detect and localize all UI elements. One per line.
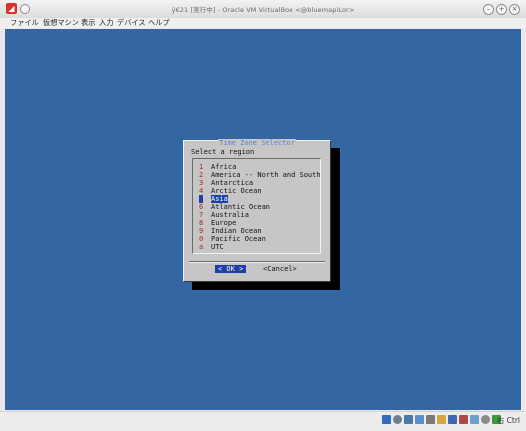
audio-icon[interactable] (404, 415, 413, 424)
dialog-title: Time Zone Selector (218, 139, 296, 147)
list-item[interactable]: 9 Indian Ocean (199, 227, 262, 235)
shared-folders-icon[interactable] (437, 415, 446, 424)
minimize-icon[interactable]: – (483, 4, 494, 15)
list-item[interactable]: 8 Europe (199, 219, 236, 227)
statusbar: 右 Ctrl (0, 411, 526, 431)
window-title: ÿ€21 [実行中] - Oracle VM VirtualBox <@blue… (171, 6, 355, 14)
list-item[interactable]: 1 Africa (199, 163, 236, 171)
list-item[interactable]: a UTC (199, 243, 224, 251)
optical-drive-icon[interactable] (393, 415, 402, 424)
display-icon[interactable] (448, 415, 457, 424)
menu-devices[interactable]: デバイス (117, 18, 146, 28)
region-list[interactable]: 1 Africa 2 America -- North and South 3 Ant… (192, 158, 321, 254)
menu-machine[interactable]: 仮想マシン (43, 18, 79, 28)
cpu-icon[interactable] (470, 415, 479, 424)
list-item[interactable]: 2 America -- North and South (199, 171, 321, 179)
video-capture-icon[interactable] (459, 415, 468, 424)
list-item[interactable]: 4 Arctic Ocean (199, 187, 262, 195)
menubar: ファイル 仮想マシン 表示 入力 デバイス ヘルプ (0, 18, 526, 28)
list-item[interactable]: 6 Atlantic Ocean (199, 203, 270, 211)
list-item[interactable]: 7 Australia (199, 211, 249, 219)
ok-button[interactable]: < OK > (215, 265, 247, 273)
menu-help[interactable]: ヘルプ (148, 18, 170, 28)
close-icon[interactable]: × (509, 4, 520, 15)
host-key-label: 右 Ctrl (496, 416, 520, 425)
list-item-selected[interactable]: 5 Asia (199, 195, 228, 203)
menu-input[interactable]: 入力 (99, 18, 113, 28)
menu-file[interactable]: ファイル (10, 18, 39, 28)
maximize-icon[interactable]: + (496, 4, 507, 15)
menu-view[interactable]: 表示 (81, 18, 95, 28)
window-titlebar[interactable]: ◢ ÿ€21 [実行中] - Oracle VM VirtualBox <@bl… (0, 0, 526, 19)
hard-disk-icon[interactable] (382, 415, 391, 424)
timezone-dialog: Time Zone Selector Select a region 1 Afri… (183, 139, 331, 282)
mouse-integration-icon[interactable] (481, 415, 490, 424)
list-item[interactable]: 0 Pacific Ocean (199, 235, 266, 243)
cancel-button[interactable]: <Cancel> (263, 265, 297, 273)
dialog-separator (189, 261, 325, 263)
usb-icon[interactable] (426, 415, 435, 424)
list-item[interactable]: 3 Antarctica (199, 179, 253, 187)
network-icon[interactable] (415, 415, 424, 424)
dialog-prompt: Select a region (191, 148, 255, 156)
